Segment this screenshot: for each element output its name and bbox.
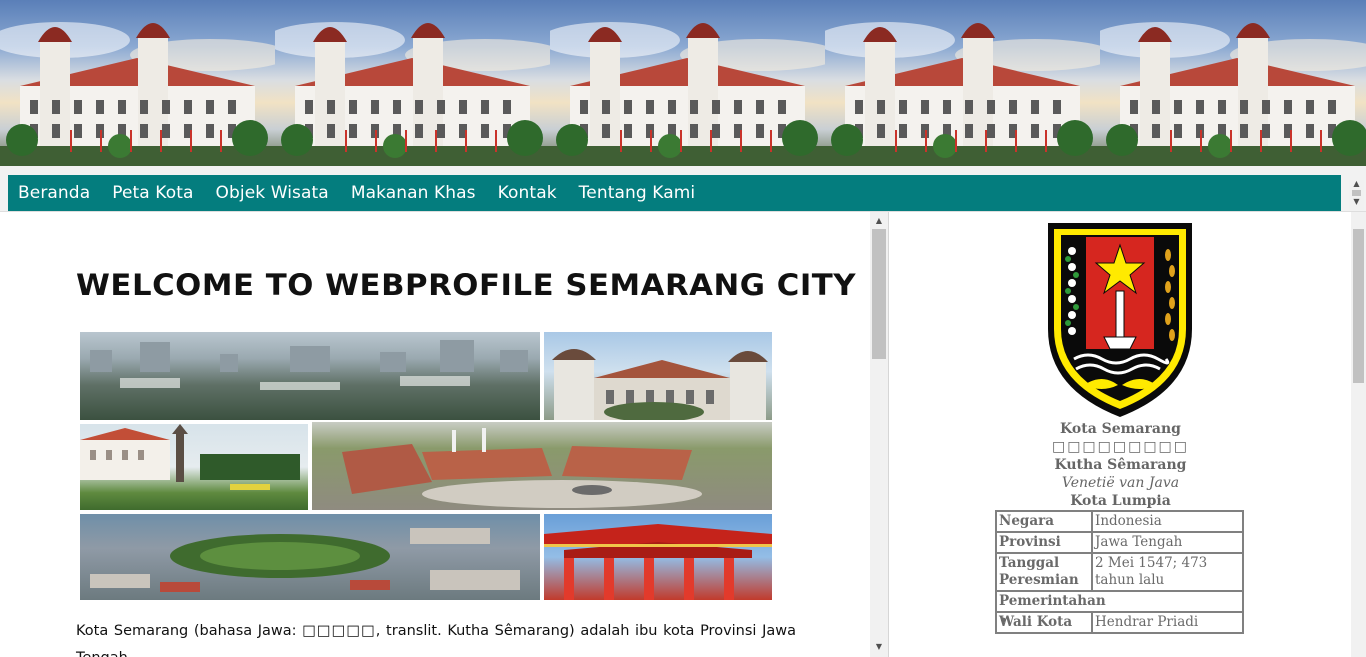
scroll-down-arrow-icon[interactable]: ▼ <box>870 640 888 654</box>
info-key-tanggal-peresmian: Tanggal Peresmian <box>995 552 1093 592</box>
semarang-photo-collage <box>78 330 774 600</box>
city-info-table: Negara Indonesia Provinsi Jawa Tengah Ta… <box>995 510 1244 634</box>
nav-item-kontak[interactable]: Kontak <box>498 183 557 203</box>
collage-photo-sam-poo-kong <box>544 514 772 600</box>
main-nav: Beranda Peta Kota Objek Wisata Makanan K… <box>8 175 1341 211</box>
banner-photo-lawang-sewu <box>0 0 275 166</box>
nav-item-objek-wisata[interactable]: Objek Wisata <box>216 183 329 203</box>
info-value-provinsi[interactable]: Jawa Tengah <box>1091 531 1244 554</box>
collage-photo-lawang-sewu <box>544 332 772 420</box>
city-nickname-venetie: Venetië van Java <box>1061 475 1180 491</box>
banner-photo-lawang-sewu <box>275 0 550 166</box>
info-key-wali-kota: Wali Kota <box>995 611 1093 634</box>
nav-frame-scrollbar[interactable]: ▲ ▼ <box>1349 177 1364 210</box>
page-title: WELCOME TO WEBPROFILE SEMARANG CITY <box>76 268 857 302</box>
banner-photo-lawang-sewu <box>825 0 1100 166</box>
info-frame-scrollbar[interactable] <box>1351 212 1366 657</box>
city-nickname-lumpia: Kota Lumpia <box>1070 493 1171 509</box>
collage-photo-tugu-muda <box>80 424 308 510</box>
nav-item-peta-kota[interactable]: Peta Kota <box>112 183 193 203</box>
table-row: Pemerintahan <box>995 590 1244 613</box>
nav-item-makanan-khas[interactable]: Makanan Khas <box>351 183 476 203</box>
table-row: Provinsi Jawa Tengah <box>995 531 1244 554</box>
info-key-provinsi: Provinsi <box>995 531 1093 554</box>
city-info-frame: Kota Semarang □□□□□□□□□ Kutha Sêmarang V… <box>888 212 1351 657</box>
collage-photo-masjid-agung <box>312 422 772 510</box>
city-name-javanese: Kutha Sêmarang <box>1054 457 1187 473</box>
semarang-coat-of-arms <box>1048 223 1192 417</box>
scroll-up-arrow-icon[interactable]: ▲ <box>870 214 888 228</box>
city-name: Kota Semarang <box>1060 421 1181 437</box>
banner-photo-lawang-sewu <box>550 0 825 166</box>
info-value-tanggal-peresmian: 2 Mei 1547; 473 tahun lalu <box>1091 552 1244 592</box>
nav-item-tentang-kami[interactable]: Tentang Kami <box>579 183 696 203</box>
collage-photo-skyline <box>80 332 540 420</box>
header-banner <box>0 0 1366 166</box>
scroll-down-arrow-icon[interactable]: ▼ <box>1349 195 1364 209</box>
info-key-negara: Negara <box>995 510 1093 533</box>
table-row: Negara Indonesia <box>995 510 1244 533</box>
table-row: Tanggal Peresmian 2 Mei 1547; 473 tahun … <box>995 552 1244 592</box>
info-section-pemerintahan: Pemerintahan <box>995 590 1244 613</box>
city-name-javanese-script: □□□□□□□□□ <box>1051 439 1190 455</box>
scroll-up-arrow-icon[interactable]: ▲ <box>1349 177 1364 191</box>
info-scroll-thumb[interactable] <box>1353 229 1364 383</box>
content-frame-scrollbar[interactable]: ▲ ▼ <box>870 212 888 657</box>
intro-paragraph: Kota Semarang (bahasa Jawa: □□□□□, trans… <box>76 623 796 657</box>
collage-photo-stadium <box>80 514 540 600</box>
nav-item-beranda[interactable]: Beranda <box>18 183 90 203</box>
banner-photo-lawang-sewu <box>1100 0 1366 166</box>
info-value-negara[interactable]: Indonesia <box>1091 510 1244 533</box>
main-content-frame: WELCOME TO WEBPROFILE SEMARANG CITY Kota… <box>0 212 870 657</box>
table-row: Wali Kota Hendrar Priadi <box>995 611 1244 634</box>
content-scroll-thumb[interactable] <box>872 229 886 359</box>
info-value-wali-kota[interactable]: Hendrar Priadi <box>1091 611 1244 634</box>
